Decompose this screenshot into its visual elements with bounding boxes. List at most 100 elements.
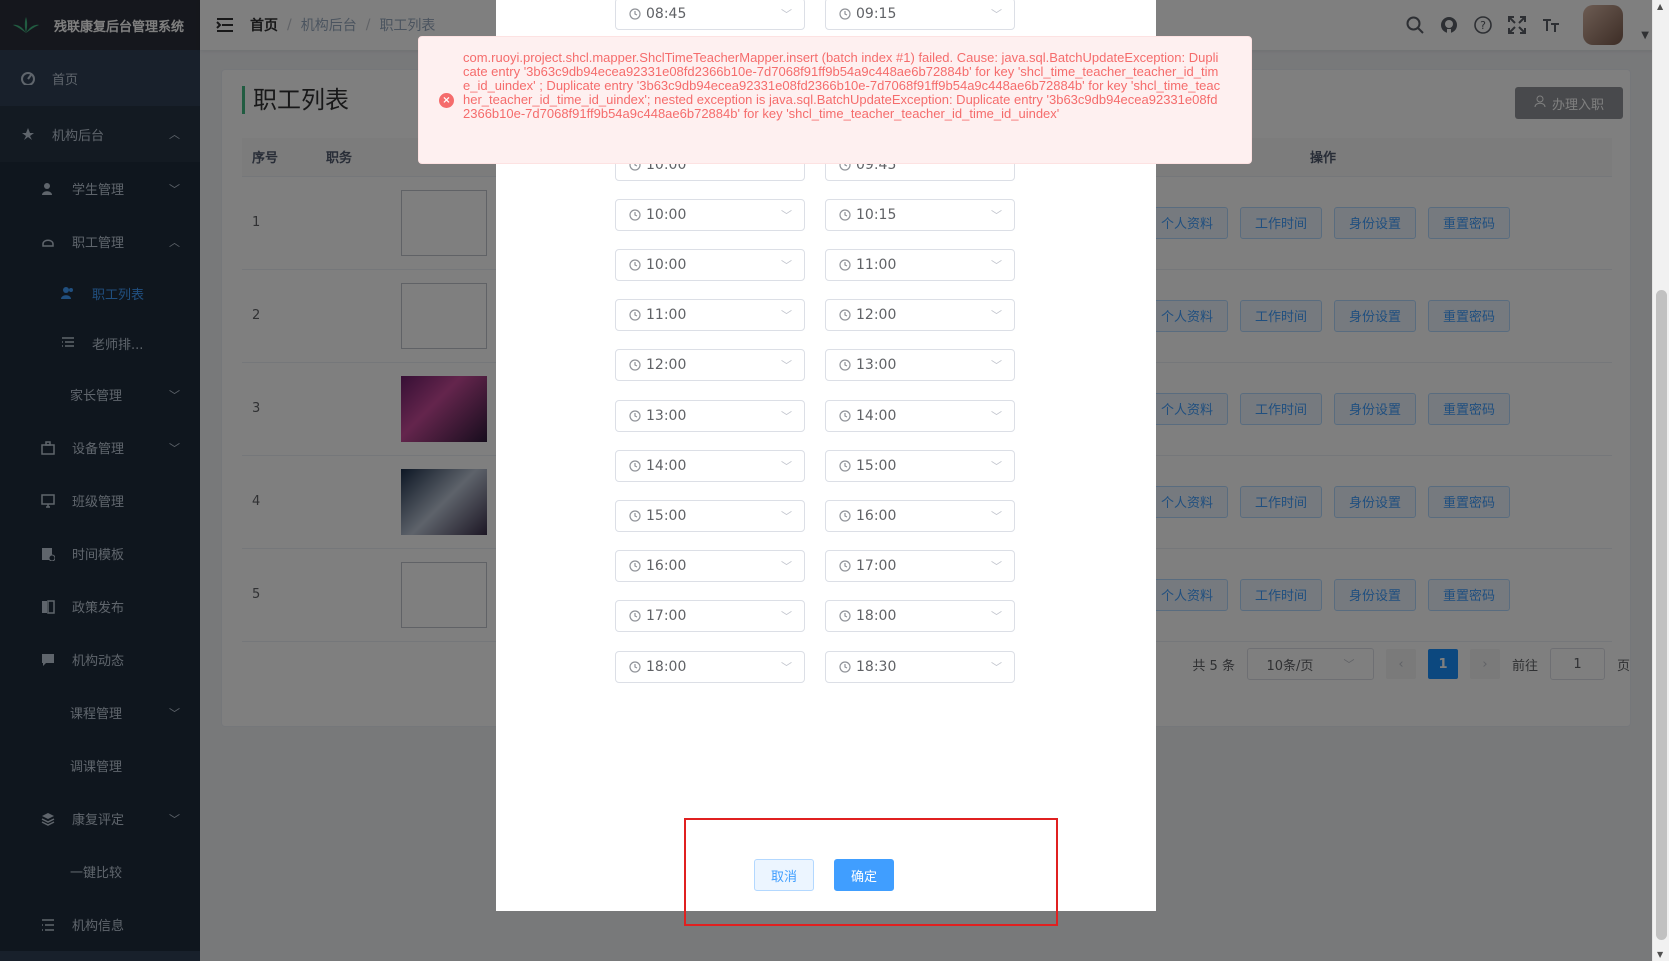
time-range-row: 14:00 ﹀ 15:00 ﹀: [615, 450, 1015, 482]
time-value: 18:30: [856, 659, 897, 675]
time-range-row: 18:00 ﹀ 18:30 ﹀: [615, 651, 1015, 683]
end-time-select[interactable]: 15:00 ﹀: [825, 450, 1015, 482]
clock-icon: [838, 409, 852, 423]
time-value: 15:00: [646, 508, 687, 524]
time-value: 09:15: [856, 6, 897, 22]
start-time-select[interactable]: 14:00 ﹀: [615, 450, 805, 482]
chevron-down-icon: ﹀: [991, 510, 1002, 523]
end-time-select[interactable]: 12:00 ﹀: [825, 299, 1015, 331]
clock-icon: [838, 609, 852, 623]
scroll-thumb[interactable]: [1656, 290, 1667, 940]
end-time-select[interactable]: 16:00 ﹀: [825, 500, 1015, 532]
start-time-select[interactable]: 10:00 ﹀: [615, 249, 805, 281]
start-time-select[interactable]: 11:00 ﹀: [615, 299, 805, 331]
clock-icon: [628, 308, 642, 322]
chevron-down-icon: ﹀: [781, 510, 792, 523]
chevron-down-icon: ﹀: [781, 259, 792, 272]
chevron-down-icon: ﹀: [781, 460, 792, 473]
error-text: com.ruoyi.project.shcl.mapper.ShclTimeTe…: [463, 50, 1221, 121]
chevron-down-icon: ﹀: [781, 560, 792, 573]
clock-icon: [628, 609, 642, 623]
chevron-down-icon: ﹀: [991, 8, 1002, 21]
clock-icon: [628, 459, 642, 473]
time-value: 15:00: [856, 458, 897, 474]
time-range-row: 13:00 ﹀ 14:00 ﹀: [615, 400, 1015, 432]
time-range-row: 12:00 ﹀ 13:00 ﹀: [615, 349, 1015, 381]
start-time-select[interactable]: 12:00 ﹀: [615, 349, 805, 381]
end-time-select[interactable]: 17:00 ﹀: [825, 550, 1015, 582]
time-value: 14:00: [646, 458, 687, 474]
time-value: 17:00: [646, 608, 687, 624]
chevron-down-icon: ﹀: [991, 410, 1002, 423]
chevron-down-icon: ﹀: [781, 8, 792, 21]
clock-icon: [628, 358, 642, 372]
start-time-select[interactable]: 08:45 ﹀: [615, 0, 805, 30]
end-time-select[interactable]: 11:00 ﹀: [825, 249, 1015, 281]
chevron-down-icon: ﹀: [781, 309, 792, 322]
time-value: 10:00: [646, 257, 687, 273]
chevron-down-icon: ﹀: [781, 661, 792, 674]
time-value: 13:00: [646, 408, 687, 424]
error-message: × com.ruoyi.project.shcl.mapper.ShclTime…: [418, 36, 1252, 164]
time-value: 18:00: [646, 659, 687, 675]
chevron-down-icon: ﹀: [991, 259, 1002, 272]
clock-icon: [838, 258, 852, 272]
chevron-down-icon: ﹀: [781, 209, 792, 222]
end-time-select[interactable]: 18:30 ﹀: [825, 651, 1015, 683]
scroll-down-icon[interactable]: ▼: [1657, 950, 1663, 959]
highlight-annotation: [684, 818, 1058, 926]
time-value: 16:00: [856, 508, 897, 524]
chevron-down-icon: ﹀: [991, 661, 1002, 674]
end-time-select[interactable]: 09:15 ﹀: [825, 0, 1015, 30]
scroll-up-icon[interactable]: ▲: [1657, 2, 1663, 11]
end-time-select[interactable]: 13:00 ﹀: [825, 349, 1015, 381]
start-time-select[interactable]: 15:00 ﹀: [615, 500, 805, 532]
chevron-down-icon: ﹀: [991, 460, 1002, 473]
time-range-row: 08:45 ﹀ 09:15 ﹀: [615, 0, 1015, 30]
chevron-down-icon: ﹀: [991, 610, 1002, 623]
time-value: 11:00: [856, 257, 897, 273]
start-time-select[interactable]: 13:00 ﹀: [615, 400, 805, 432]
clock-icon: [628, 7, 642, 21]
clock-icon: [838, 459, 852, 473]
time-value: 10:15: [856, 207, 897, 223]
clock-icon: [628, 258, 642, 272]
end-time-select[interactable]: 18:00 ﹀: [825, 600, 1015, 632]
clock-icon: [838, 308, 852, 322]
start-time-select[interactable]: 16:00 ﹀: [615, 550, 805, 582]
time-value: 11:00: [646, 307, 687, 323]
start-time-select[interactable]: 18:00 ﹀: [615, 651, 805, 683]
clock-icon: [628, 660, 642, 674]
time-value: 12:00: [646, 357, 687, 373]
time-value: 18:00: [856, 608, 897, 624]
time-value: 10:00: [646, 207, 687, 223]
chevron-down-icon: ﹀: [991, 560, 1002, 573]
scrollbar[interactable]: ▲ ▼: [1652, 0, 1669, 961]
chevron-down-icon: ﹀: [991, 359, 1002, 372]
end-time-select[interactable]: 10:15 ﹀: [825, 199, 1015, 231]
time-range-row: 10:00 ﹀ 11:00 ﹀: [615, 249, 1015, 281]
clock-icon: [838, 559, 852, 573]
clock-icon: [628, 409, 642, 423]
end-time-select[interactable]: 14:00 ﹀: [825, 400, 1015, 432]
chevron-down-icon: ﹀: [781, 359, 792, 372]
time-range-row: 17:00 ﹀ 18:00 ﹀: [615, 600, 1015, 632]
clock-icon: [838, 660, 852, 674]
clock-icon: [628, 509, 642, 523]
start-time-select[interactable]: 17:00 ﹀: [615, 600, 805, 632]
time-value: 17:00: [856, 558, 897, 574]
time-range-row: 11:00 ﹀ 12:00 ﹀: [615, 299, 1015, 331]
chevron-down-icon: ﹀: [781, 410, 792, 423]
error-icon: ×: [439, 93, 454, 108]
time-range-row: 16:00 ﹀ 17:00 ﹀: [615, 550, 1015, 582]
time-value: 14:00: [856, 408, 897, 424]
clock-icon: [838, 208, 852, 222]
time-value: 08:45: [646, 6, 687, 22]
clock-icon: [628, 559, 642, 573]
chevron-down-icon: ﹀: [991, 209, 1002, 222]
chevron-down-icon: ﹀: [781, 610, 792, 623]
time-range-row: 10:00 ﹀ 10:15 ﹀: [615, 199, 1015, 231]
start-time-select[interactable]: 10:00 ﹀: [615, 199, 805, 231]
time-range-row: 15:00 ﹀ 16:00 ﹀: [615, 500, 1015, 532]
clock-icon: [628, 208, 642, 222]
